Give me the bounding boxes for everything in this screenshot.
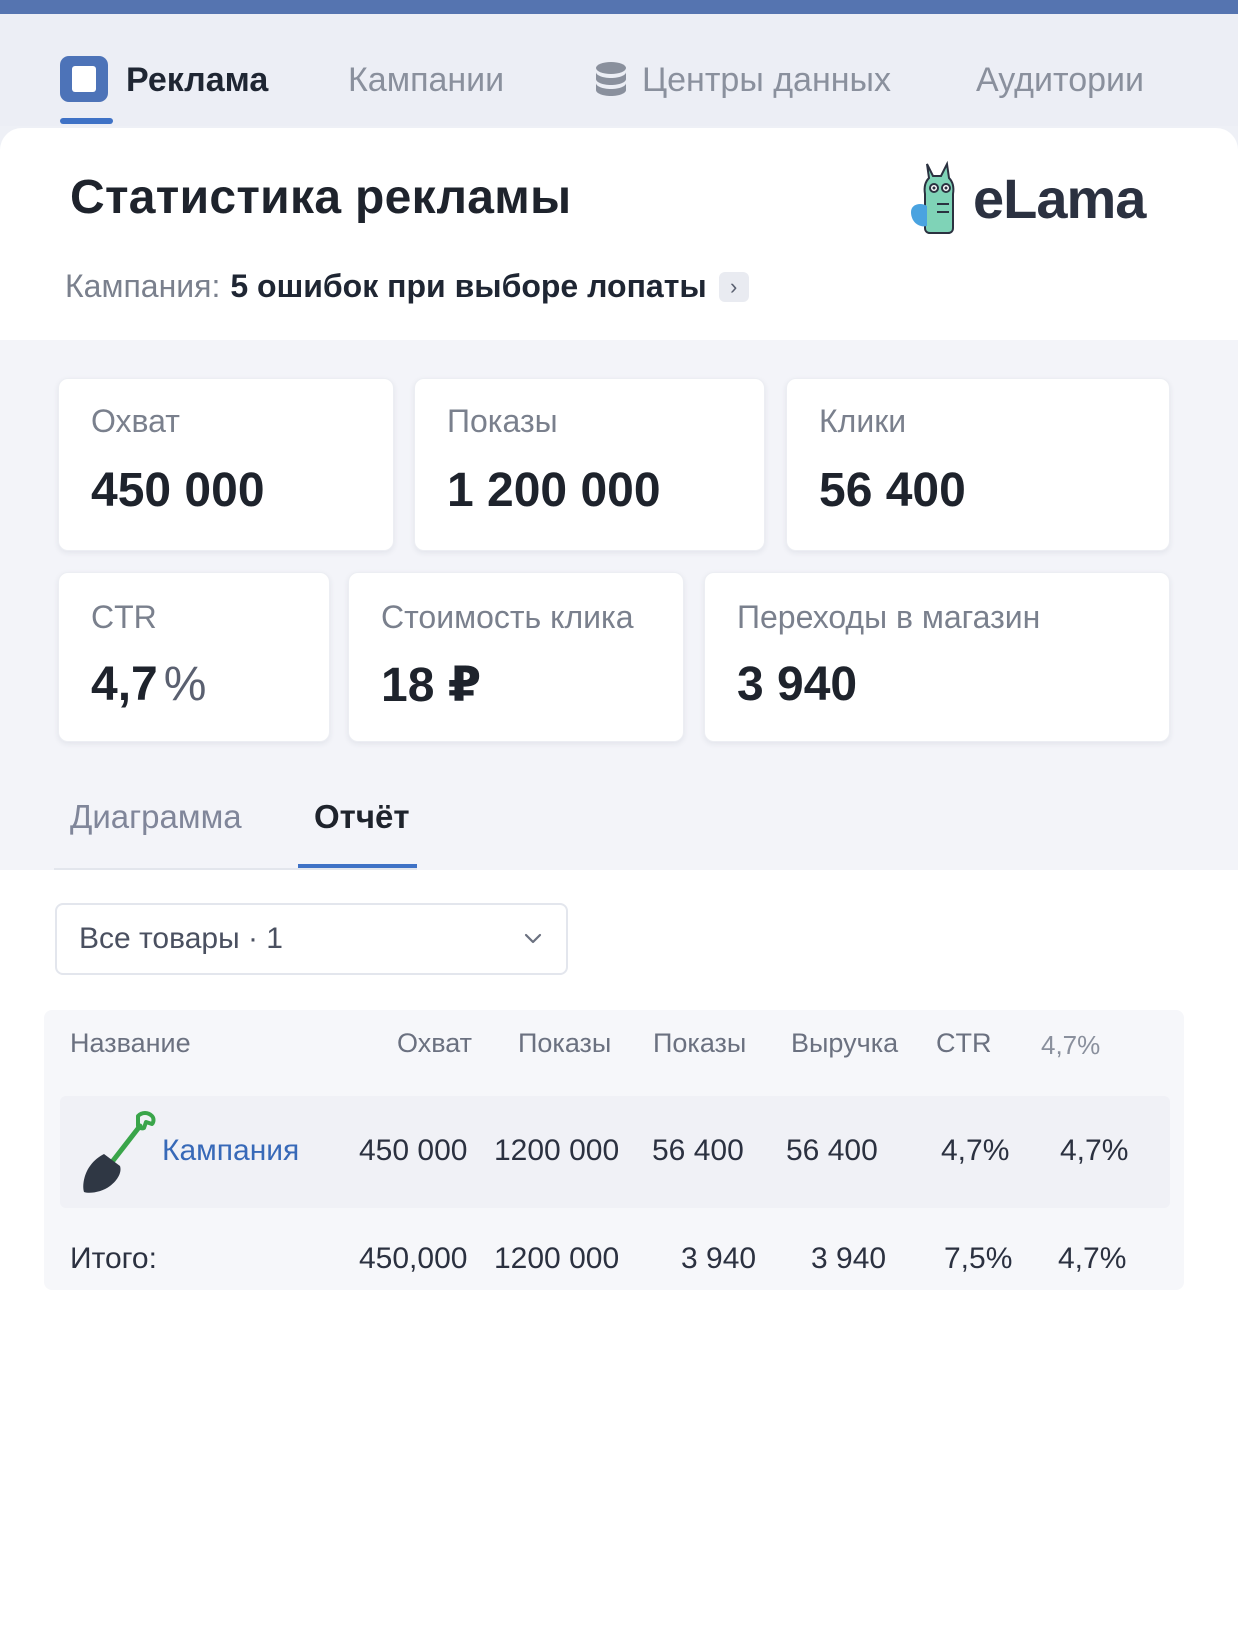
cell-ctr: 4,7% xyxy=(941,1134,1010,1167)
metric-label: CTR xyxy=(91,599,157,635)
tab-active-indicator xyxy=(298,864,417,868)
main-nav: Реклама Кампании Центры данных Аудитории xyxy=(0,14,1238,126)
nav-tab-label: Центры данных xyxy=(642,61,891,99)
cell-impressions-2: 56 400 xyxy=(652,1134,744,1167)
total-impressions: 1200 000 xyxy=(494,1242,620,1275)
table-row[interactable]: Кампания 450 000 1200 000 56 400 56 400 … xyxy=(60,1096,1170,1208)
nav-tab-audiences[interactable]: Аудитории xyxy=(976,60,1144,120)
report-table: Название Охват Показы Показы Выручка CTR… xyxy=(44,1010,1184,1290)
logo-text: eLama xyxy=(973,166,1146,230)
cell-impressions: 1200 000 xyxy=(494,1134,620,1167)
filter-value: Все товары · 1 xyxy=(79,922,283,955)
cell-extra: 4,7% xyxy=(1060,1134,1129,1167)
top-accent-bar xyxy=(0,0,1238,14)
nav-tab-label: Кампании xyxy=(348,61,505,99)
col-header-name[interactable]: Название xyxy=(70,1028,191,1059)
metric-value: 450 000 xyxy=(91,464,265,517)
total-impressions-2: 3 940 xyxy=(681,1242,757,1275)
ctr-unit: % xyxy=(163,658,207,711)
col-header-extra[interactable]: 4,7% xyxy=(1041,1030,1100,1061)
col-header-impressions-2[interactable]: Показы xyxy=(653,1028,746,1059)
nav-tab-data-centers[interactable]: Центры данных xyxy=(594,60,891,120)
campaign-link[interactable]: Кампания xyxy=(162,1134,299,1168)
metric-label: Охват xyxy=(91,403,180,439)
metric-value: 3 940 xyxy=(737,658,858,711)
metric-label: Показы xyxy=(447,403,558,439)
col-header-ctr[interactable]: CTR xyxy=(936,1028,992,1059)
total-label: Итого: xyxy=(70,1242,157,1275)
ctr-number: 4,7 xyxy=(91,658,158,711)
products-filter-select[interactable]: Все товары · 1 xyxy=(55,903,568,975)
view-tabs: Диаграмма Отчёт xyxy=(54,780,417,870)
chevron-down-icon xyxy=(524,933,542,944)
metric-card-clicks: Клики 56 400 xyxy=(786,378,1170,551)
metric-value: 18 ₽ xyxy=(381,659,482,712)
cell-revenue: 56 400 xyxy=(786,1134,878,1167)
nav-active-indicator xyxy=(60,118,113,124)
metric-value: 1 200 000 xyxy=(447,464,661,517)
database-icon xyxy=(596,62,626,96)
nav-tab-campaigns[interactable]: Кампании xyxy=(348,60,504,120)
ad-square-icon xyxy=(60,56,108,102)
shovel-icon xyxy=(83,1111,156,1193)
metric-card-ctr: CTR 4,7% xyxy=(58,572,330,742)
col-header-reach[interactable]: Охват xyxy=(397,1028,472,1059)
campaign-breadcrumb[interactable]: Кампания: 5 ошибок при выборе лопаты › xyxy=(65,268,749,305)
metric-label: Переходы в магазин xyxy=(737,599,1041,635)
total-extra: 4,7% xyxy=(1058,1242,1127,1275)
elama-logo: eLama xyxy=(905,160,1146,236)
nav-tab-label: Аудитории xyxy=(976,61,1144,99)
metric-value: 56 400 xyxy=(819,464,966,517)
col-header-impressions[interactable]: Показы xyxy=(518,1028,611,1059)
metric-label: Стоимость клика xyxy=(381,599,634,635)
metric-card-cpc: Стоимость клика 18 ₽ xyxy=(348,572,684,742)
page-title: Статистика рекламы xyxy=(70,171,572,224)
metric-label: Клики xyxy=(819,403,907,439)
total-reach: 450,000 xyxy=(359,1242,468,1275)
total-revenue: 3 940 xyxy=(811,1242,887,1275)
metric-card-reach: Охват 450 000 xyxy=(58,378,394,551)
chevron-right-icon[interactable]: › xyxy=(718,271,749,302)
col-header-revenue[interactable]: Выручка xyxy=(791,1028,898,1059)
metric-value: 4,7% xyxy=(91,657,206,712)
table-header: Название Охват Показы Показы Выручка CTR… xyxy=(44,1010,1184,1094)
table-total-row: Итого: 450,000 1200 000 3 940 3 940 7,5%… xyxy=(44,1212,1184,1282)
tab-diagram[interactable]: Диаграмма xyxy=(70,798,242,836)
cell-reach: 450 000 xyxy=(359,1134,468,1167)
campaign-name[interactable]: 5 ошибок при выборе лопаты xyxy=(230,268,706,305)
metric-card-impressions: Показы 1 200 000 xyxy=(414,378,765,551)
total-ctr: 7,5% xyxy=(944,1242,1013,1275)
llama-mascot-icon xyxy=(911,160,955,234)
tab-report[interactable]: Отчёт xyxy=(314,798,410,836)
nav-tab-label: Реклама xyxy=(126,61,269,99)
campaign-label: Кампания: xyxy=(65,268,221,304)
nav-tab-ads[interactable]: Реклама xyxy=(60,56,269,120)
metric-card-shop-visits: Переходы в магазин 3 940 xyxy=(704,572,1170,742)
